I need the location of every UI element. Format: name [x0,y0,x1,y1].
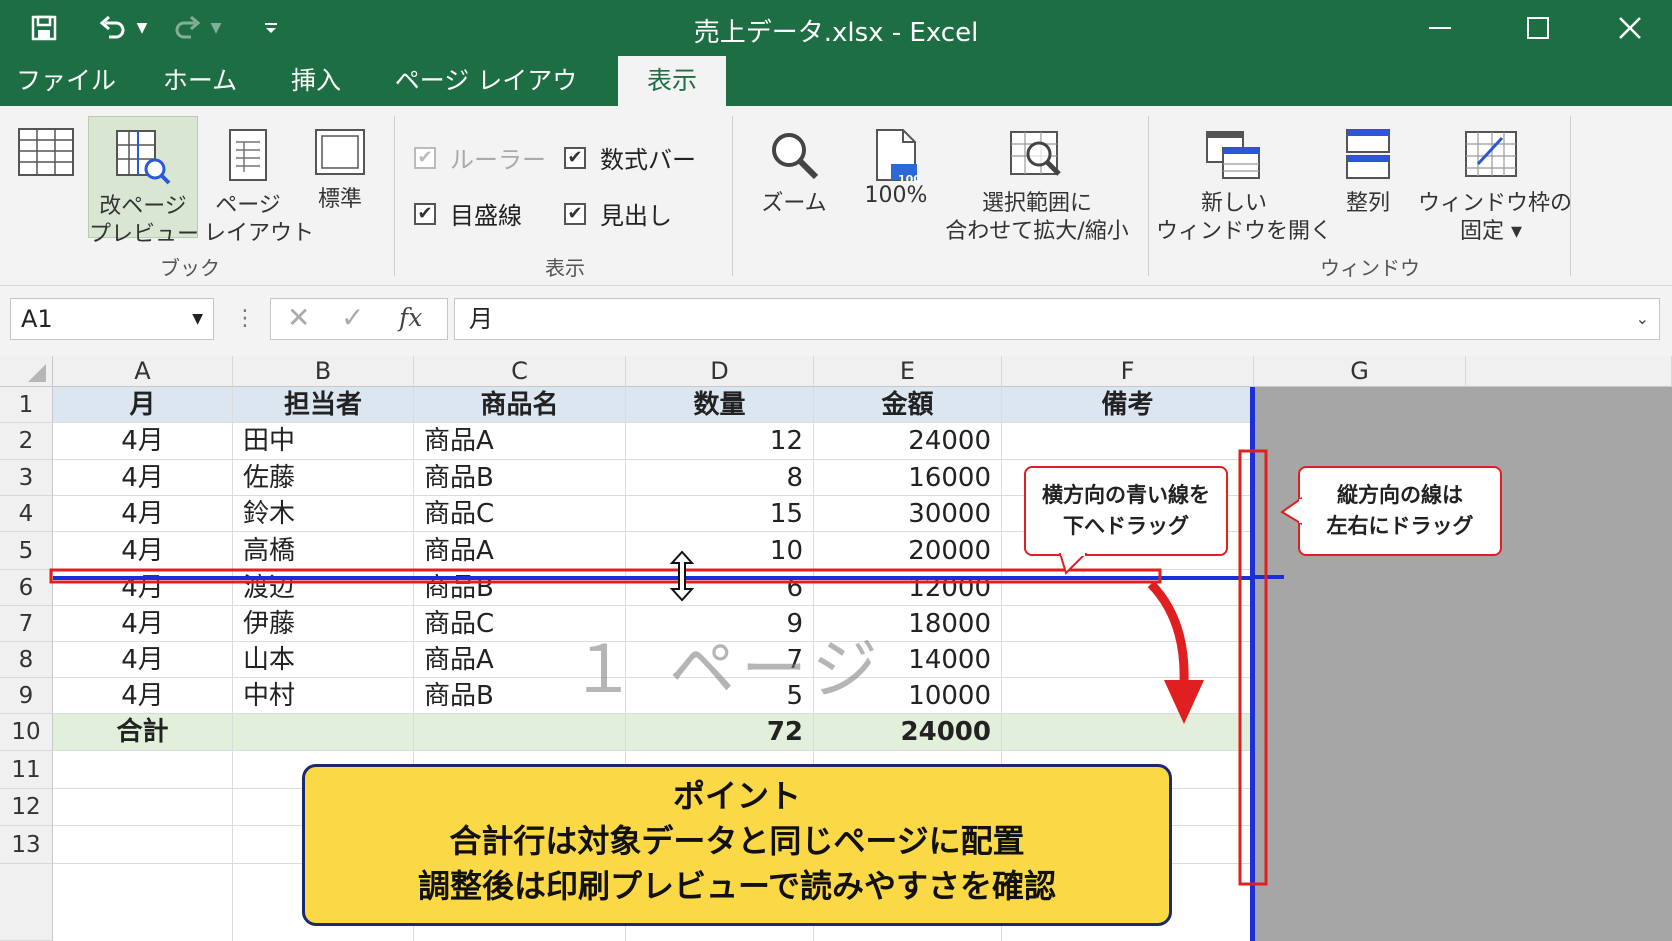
horizontal-line-callout: 横方向の青い線を 下へドラッグ [1024,466,1228,556]
drag-down-arrow-icon [1147,580,1204,724]
callout-pointer-icon [1058,553,1088,575]
vertical-page-break-line[interactable] [1250,387,1255,941]
callout-pointer-icon [1280,496,1302,526]
point-line-1: 合計行は対象データと同じページに配置 [449,822,1025,860]
point-line-2: 調整後は印刷プレビューで読みやすさを確認 [417,867,1057,905]
vertical-line-callout: 縦方向の線は 左右にドラッグ [1298,466,1502,556]
horizontal-page-break-line[interactable] [53,575,1284,580]
point-box: ポイント 合計行は対象データと同じページに配置 調整後は印刷プレビューで読みやす… [302,764,1172,926]
point-title: ポイント [672,777,801,815]
